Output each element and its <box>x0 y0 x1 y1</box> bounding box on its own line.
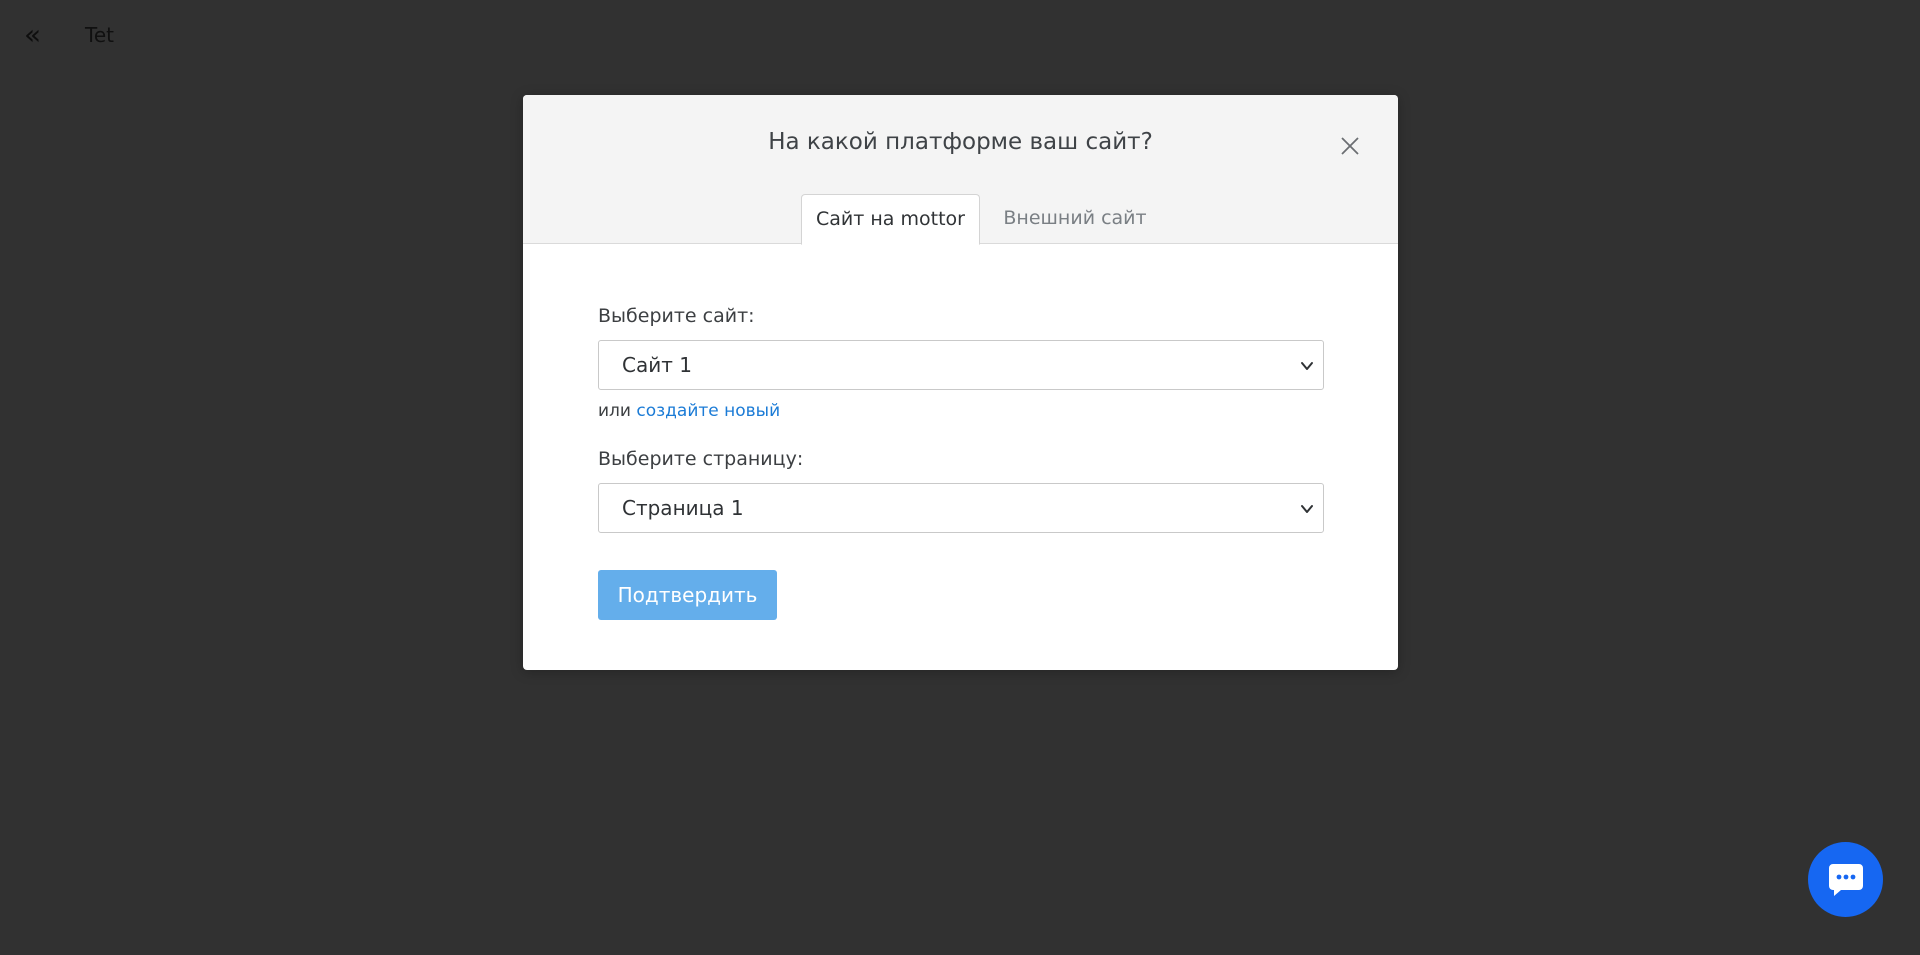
page-select-value: Страница 1 <box>622 496 744 520</box>
confirm-button[interactable]: Подтвердить <box>598 570 777 620</box>
tab-mottor-site[interactable]: Сайт на mottor <box>801 194 980 245</box>
create-new-site-link[interactable]: создайте новый <box>636 401 780 421</box>
create-new-line: или создайте новый <box>598 400 780 422</box>
chevron-down-icon <box>1301 505 1313 513</box>
site-select-value: Сайт 1 <box>622 353 692 377</box>
page-select-label: Выберите страницу: <box>598 448 804 470</box>
chat-icon <box>1829 864 1863 896</box>
chat-widget-button[interactable] <box>1808 842 1883 917</box>
close-icon[interactable] <box>1339 135 1361 157</box>
platform-modal: На какой платформе ваш сайт? Сайт на mot… <box>523 95 1398 670</box>
project-title: Tet <box>85 23 114 47</box>
top-bar: « Tet <box>0 0 1920 70</box>
or-text: или <box>598 401 631 421</box>
back-button[interactable]: « <box>24 20 48 50</box>
chevron-down-icon <box>1301 362 1313 370</box>
modal-header: На какой платформе ваш сайт? Сайт на mot… <box>523 95 1398 245</box>
modal-title: На какой платформе ваш сайт? <box>768 129 1153 155</box>
site-select-label: Выберите сайт: <box>598 305 755 327</box>
page-select[interactable]: Страница 1 <box>598 483 1324 533</box>
tab-external-site[interactable]: Внешний сайт <box>990 194 1160 244</box>
site-select[interactable]: Сайт 1 <box>598 340 1324 390</box>
